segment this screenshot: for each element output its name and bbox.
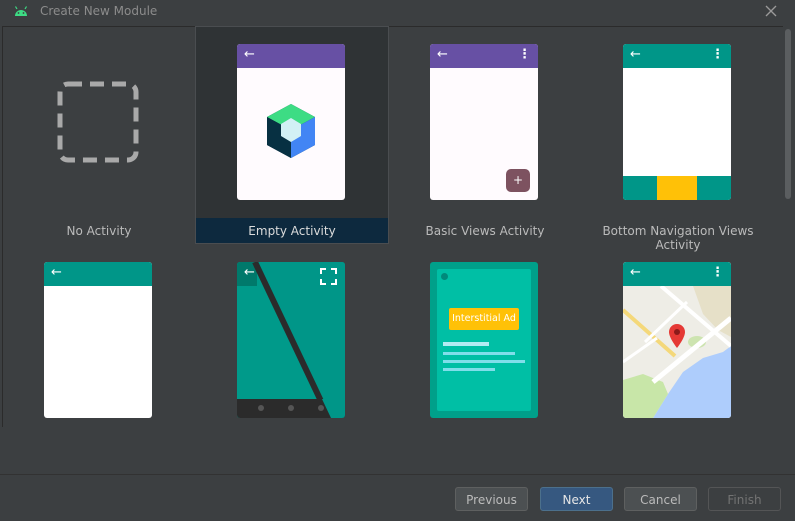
close-icon[interactable] <box>762 2 780 20</box>
template-empty-views-activity[interactable]: ← <box>3 245 195 461</box>
back-arrow-icon: ← <box>630 265 641 280</box>
overflow-menu-icon: ⋮ <box>711 265 724 280</box>
phone-preview: ← <box>237 44 345 200</box>
next-button[interactable]: Next <box>540 487 613 511</box>
selected-nav-item <box>657 176 697 200</box>
interstitial-ad-badge: Interstitial Ad <box>449 308 519 330</box>
back-arrow-icon: ← <box>51 265 62 280</box>
scrollbar-thumb[interactable] <box>785 29 791 199</box>
previous-button[interactable]: Previous <box>455 487 528 511</box>
bottom-navigation-bar <box>623 176 731 200</box>
gallery-scrollbar[interactable] <box>784 27 792 427</box>
finish-button[interactable]: Finish <box>708 487 781 511</box>
template-label: Basic Views Activity <box>425 224 545 238</box>
phone-preview: ← ⋮ <box>623 262 731 418</box>
phone-preview: ← <box>44 262 152 418</box>
template-fullscreen-views-activity[interactable]: ← <box>196 245 388 461</box>
text-line <box>443 360 525 363</box>
phone-preview: Interstitial Ad <box>430 262 538 418</box>
back-arrow-icon: ← <box>437 47 448 62</box>
phone-preview: ← <box>237 262 345 418</box>
text-line <box>443 352 515 355</box>
back-arrow-icon: ← <box>244 47 255 62</box>
template-admob-ads-views-activity[interactable]: Interstitial Ad <box>389 245 581 461</box>
app-bar: ← <box>237 44 345 68</box>
overflow-menu-icon: ⋮ <box>711 47 724 62</box>
map-pin-icon <box>669 324 685 348</box>
footer-divider <box>0 474 795 475</box>
jetpack-compose-icon <box>267 104 315 158</box>
window-title: Create New Module <box>40 4 158 18</box>
template-basic-views-activity[interactable]: ← ⋮ + Basic Views Activity <box>389 27 581 243</box>
template-google-maps-views-activity[interactable]: ← ⋮ <box>582 245 774 461</box>
no-activity-placeholder-icon <box>57 81 139 163</box>
title-bar: Create New Module <box>0 0 795 24</box>
phone-preview: ← ⋮ + <box>430 44 538 200</box>
template-empty-activity[interactable]: ← Empty Activity <box>195 26 389 244</box>
back-arrow-icon: ← <box>630 47 641 62</box>
app-bar: ← <box>44 262 152 286</box>
text-line <box>443 342 489 346</box>
template-label: Empty Activity <box>248 224 336 238</box>
template-label: No Activity <box>66 224 132 238</box>
template-no-activity[interactable]: No Activity <box>3 27 195 243</box>
app-bar: ← ⋮ <box>623 44 731 68</box>
app-bar: ← ⋮ <box>430 44 538 68</box>
android-logo-icon <box>14 6 28 16</box>
text-line <box>443 368 495 371</box>
interstitial-card: Interstitial Ad <box>437 269 531 411</box>
phone-preview: ← ⋮ <box>623 44 731 200</box>
template-gallery: No Activity ← Empty Activity ← ⋮ + Basic… <box>2 26 783 427</box>
close-dot-icon <box>441 273 448 280</box>
fullscreen-icon <box>320 268 337 285</box>
template-bottom-navigation-views-activity[interactable]: ← ⋮ Bottom Navigation Views Activity <box>582 27 774 252</box>
fullscreen-preview-graphic <box>237 262 345 418</box>
cancel-button[interactable]: Cancel <box>624 487 697 511</box>
overflow-menu-icon: ⋮ <box>518 47 531 62</box>
fab-plus-icon: + <box>506 169 530 192</box>
back-arrow-icon: ← <box>244 265 255 280</box>
